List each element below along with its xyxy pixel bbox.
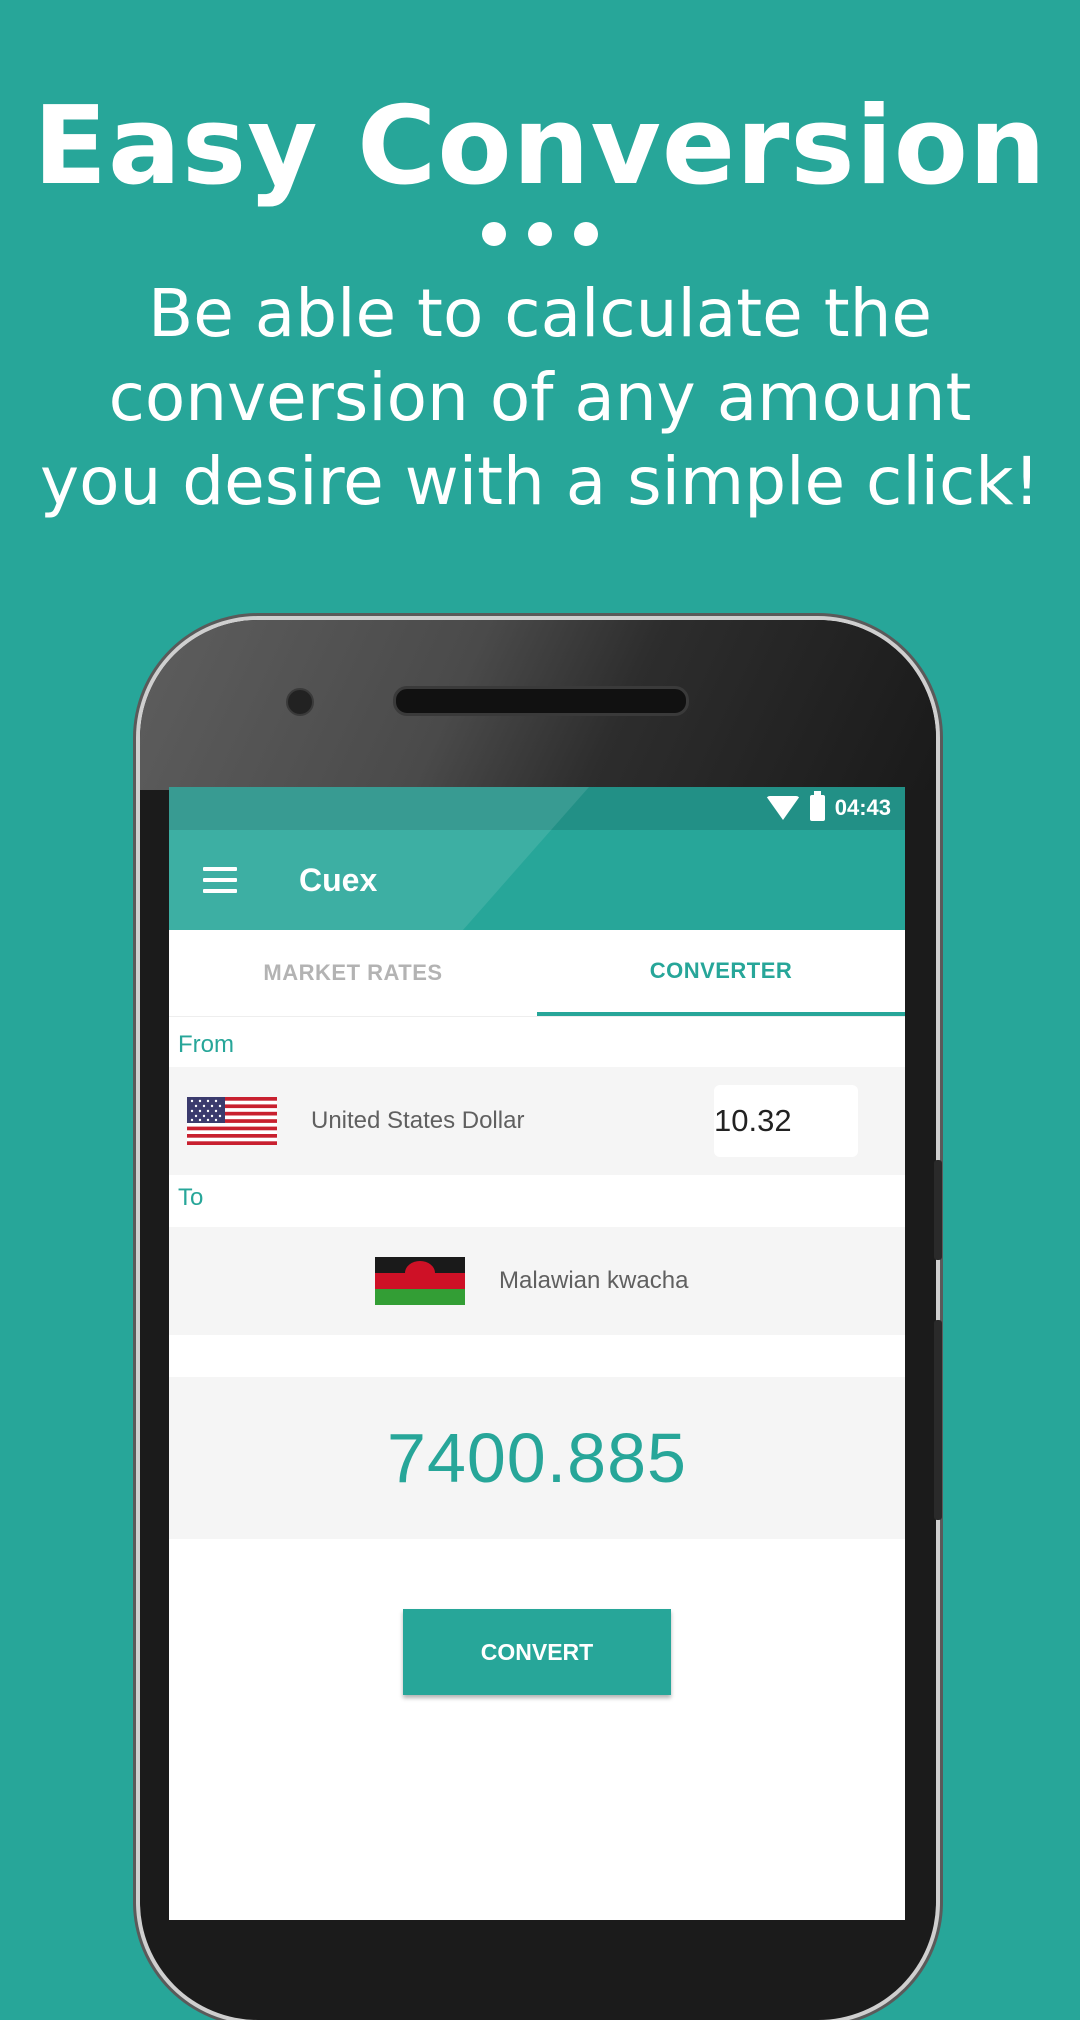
conversion-result: 7400.885 <box>169 1377 905 1539</box>
to-currency-row[interactable]: Malawian kwacha <box>169 1227 905 1335</box>
tab-bar: MARKET RATES CONVERTER <box>169 930 905 1017</box>
malawi-flag-icon <box>375 1257 465 1305</box>
speaker-grille <box>393 686 689 716</box>
from-label: From <box>178 1031 234 1058</box>
to-currency-name: Malawian kwacha <box>499 1267 689 1294</box>
hero-title: Easy Conversion <box>33 84 1047 209</box>
battery-icon <box>809 791 825 821</box>
volume-button <box>934 1160 942 1260</box>
app-screen: 04:43 Cuex MARKET RATES CONVERTER From U… <box>169 787 905 1920</box>
camera-icon <box>286 688 314 716</box>
tab-converter[interactable]: CONVERTER <box>537 930 905 1016</box>
us-flag-icon <box>187 1097 277 1145</box>
status-time: 04:43 <box>834 795 891 820</box>
from-currency-name: United States Dollar <box>311 1107 525 1134</box>
tab-market-rates[interactable]: MARKET RATES <box>169 930 537 1016</box>
hero-subtitle: Be able to calculate the conversion of a… <box>40 275 1040 520</box>
to-label: To <box>178 1184 204 1211</box>
dot-separator <box>0 222 1080 246</box>
convert-button[interactable]: CONVERT <box>403 1609 671 1695</box>
wifi-icon <box>765 796 800 820</box>
from-currency-row[interactable]: United States Dollar <box>169 1067 905 1175</box>
amount-input[interactable] <box>714 1085 858 1157</box>
power-button <box>934 1320 942 1520</box>
